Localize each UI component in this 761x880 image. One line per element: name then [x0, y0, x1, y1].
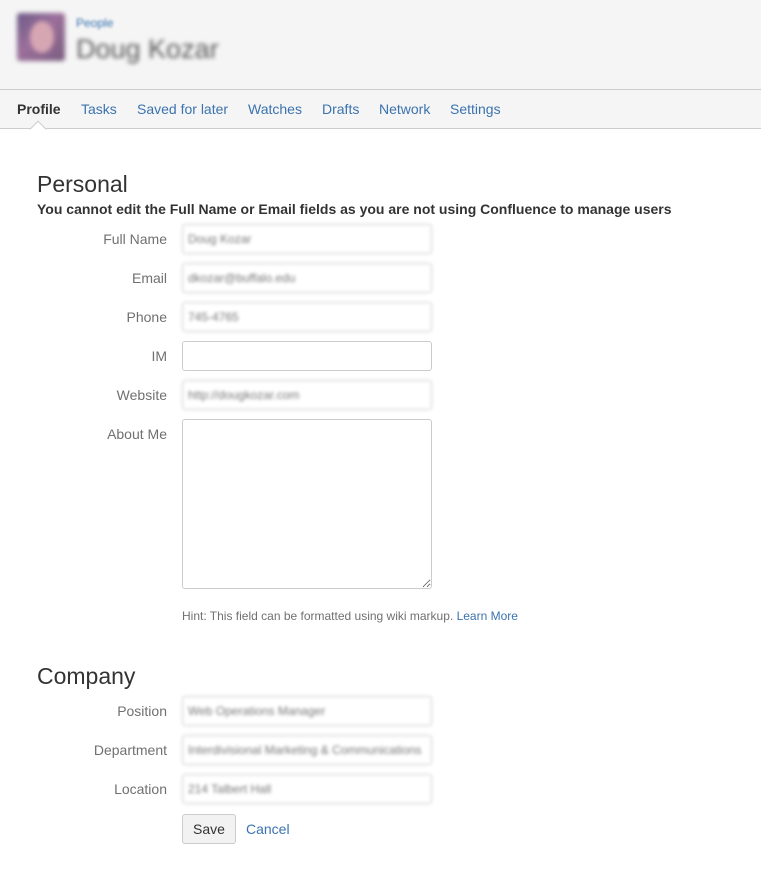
tab-settings[interactable]: Settings — [450, 101, 501, 117]
profile-header: People Doug Kozar — [0, 0, 761, 90]
website-field[interactable] — [182, 380, 432, 410]
about-me-label: About Me — [107, 426, 167, 442]
active-tab-indicator — [29, 120, 47, 138]
website-label: Website — [116, 387, 167, 403]
tab-network[interactable]: Network — [379, 101, 430, 117]
email-label: Email — [131, 270, 167, 286]
page-title: Doug Kozar — [76, 34, 219, 64]
profile-tabs: Profile Tasks Saved for later Watches Dr… — [0, 89, 761, 138]
department-field[interactable] — [182, 735, 432, 765]
location-label: Location — [114, 781, 167, 797]
personal-section-title: Personal — [37, 171, 128, 197]
learn-more-link[interactable]: Learn More — [457, 609, 518, 623]
tab-watches[interactable]: Watches — [248, 101, 302, 117]
tab-saved-for-later[interactable]: Saved for later — [137, 101, 228, 117]
location-field[interactable] — [182, 774, 432, 804]
edit-warning-message: You cannot edit the Full Name or Email f… — [37, 201, 672, 217]
im-field[interactable] — [182, 341, 432, 371]
company-section-title: Company — [37, 663, 136, 689]
position-field[interactable] — [182, 696, 432, 726]
cancel-link[interactable]: Cancel — [246, 821, 290, 837]
phone-label: Phone — [126, 309, 167, 325]
avatar-face — [30, 21, 54, 53]
about-me-textarea[interactable] — [182, 419, 432, 589]
email-field[interactable] — [182, 263, 432, 293]
full-name-field[interactable] — [182, 224, 432, 254]
hint-text: Hint: This field can be formatted using … — [182, 609, 454, 623]
full-name-label: Full Name — [103, 231, 167, 247]
breadcrumb-people[interactable]: People — [76, 16, 113, 30]
im-label: IM — [151, 348, 167, 364]
phone-field[interactable] — [182, 302, 432, 332]
department-label: Department — [93, 742, 167, 758]
wiki-markup-hint: Hint: This field can be formatted using … — [182, 609, 518, 623]
tab-drafts[interactable]: Drafts — [322, 101, 359, 117]
tab-tasks[interactable]: Tasks — [81, 101, 117, 117]
user-avatar[interactable] — [17, 13, 65, 61]
position-label: Position — [117, 703, 167, 719]
tab-profile[interactable]: Profile — [17, 101, 61, 117]
save-button[interactable]: Save — [182, 814, 236, 844]
